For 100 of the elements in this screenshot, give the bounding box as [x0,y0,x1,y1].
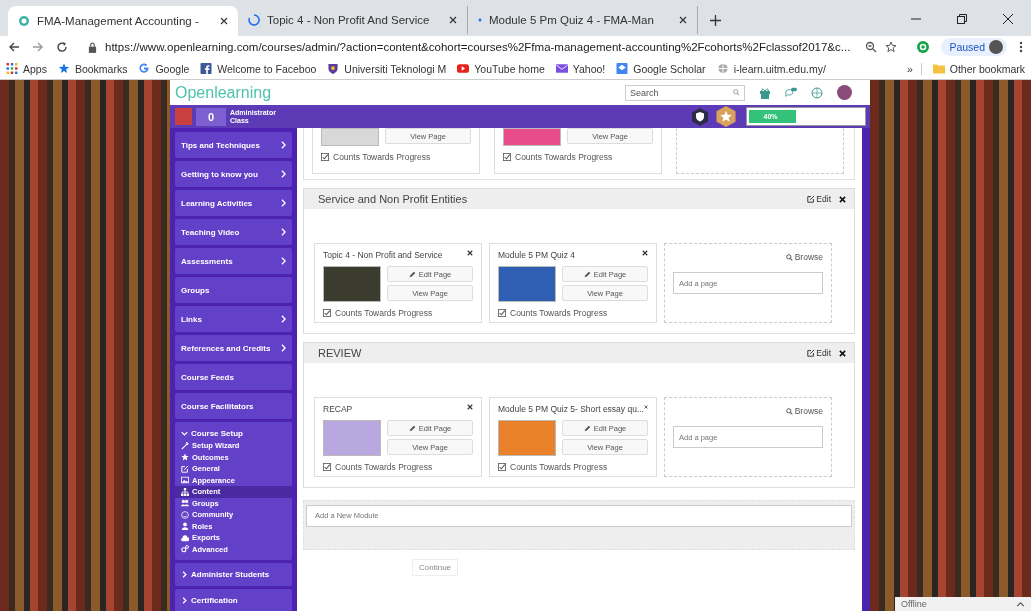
bookmark-label: Google [155,62,190,75]
page-title[interactable]: Module 5 PM Quiz 4 [498,250,575,260]
restore-icon[interactable] [957,14,967,24]
avatar-icon [989,40,1003,54]
edit-icon [807,349,816,357]
bookmark-link[interactable]: Apps [6,62,47,75]
star-icon [57,63,70,74]
sidebar-item[interactable]: Tips and Techniques [175,132,292,158]
close-icon[interactable] [220,17,228,25]
counts-checkbox[interactable]: Counts Towards Progress [498,462,648,472]
bookmark-link[interactable]: i-learn.uitm.edu.my/ [716,62,826,75]
back-icon[interactable] [8,41,20,53]
edit-link[interactable]: Edit [807,194,831,204]
close-icon[interactable] [839,349,846,357]
dot-icon [478,18,482,22]
pencil-icon [408,424,416,432]
forward-icon[interactable] [32,41,44,53]
close-icon[interactable] [679,16,687,24]
bookmark-link[interactable]: Bookmarks [57,62,128,75]
close-icon[interactable] [839,195,846,203]
chevron-icon [181,571,188,578]
browser-tab[interactable]: FMA-Management Accounting - [8,6,238,36]
extension-icon[interactable] [917,41,930,53]
site-favicon-icon [18,15,30,27]
browse-link[interactable]: Browse [785,406,823,416]
sidebar-item[interactable]: Getting to know you [175,161,292,187]
menu-icon[interactable] [1019,41,1023,53]
users-icon [181,499,189,508]
bookmark-link[interactable]: Google Scholar [616,62,706,75]
caret-up-icon [1016,601,1025,607]
search-field[interactable]: Search [625,84,745,101]
loading-spinner-icon [248,14,260,26]
chat-bar[interactable]: Offline [895,597,1031,611]
search-icon [733,89,740,96]
edit-link[interactable]: Edit [807,348,831,358]
smile-icon [181,510,189,519]
browser-tab[interactable]: Topic 4 - Non Profit And Service [238,6,468,34]
bookmark-label: Google Scholar [633,62,706,75]
page-title[interactable]: Topic 4 - Non Profit and Service [323,250,443,260]
page-title[interactable]: RECAP [323,404,353,414]
counts-checkbox[interactable]: Counts Towards Progress [323,462,473,472]
tab-title: Module 5 Pm Quiz 4 - FMA-Man [489,14,655,26]
profile-button[interactable]: Paused [941,38,1007,56]
gift-icon[interactable] [759,86,771,99]
url-text: https://www.openlearning.com/courses/admin/?action=content&cohort=courses%2Ffma-management-accounting%2Fcohorts%2Fclassof2017&c... [105,41,852,53]
bookmark-folder[interactable]: Other bookmark [932,62,1025,75]
star-icon[interactable] [885,41,898,53]
chevron-icon [281,344,286,352]
search-icon [785,407,793,415]
sidebar-section-header[interactable]: Course Setup [175,427,292,440]
chevron-icon [281,257,286,265]
bookmark-link[interactable]: Google [138,62,190,75]
sidebar-item[interactable]: Links [175,306,292,332]
continue-button[interactable]: Continue [412,559,459,576]
tab-title: Topic 4 - Non Profit And Service [267,14,431,26]
zoom-icon[interactable] [865,41,878,53]
sidebar-item[interactable]: References and Credits [175,335,292,361]
bookmark-link[interactable]: Yahoo! [555,62,606,75]
more-bookmarks-button[interactable]: » [906,62,922,75]
shield-badge-icon [692,107,708,126]
sidebar-item[interactable]: Course Feeds [175,364,292,390]
sidebar-item[interactable]: Learning Activities [175,190,292,216]
user-icon [181,522,189,531]
sidebar-item[interactable]: Groups [175,277,292,303]
close-icon[interactable] [642,250,648,256]
wand-icon [181,441,189,450]
bookmark-label: Bookmarks [74,62,128,75]
search-icon [785,253,793,261]
close-icon[interactable] [1003,14,1013,24]
page-title[interactable]: Module 5 PM Quiz 5- Short essay qu... [498,404,644,414]
sitemap-icon [181,487,189,496]
counts-checkbox[interactable]: Counts Towards Progress [503,152,653,162]
sidebar-item[interactable]: Course Facilitators [175,393,292,419]
reload-icon[interactable] [56,41,68,53]
sidebar-item[interactable]: Teaching Video [175,219,292,245]
apps-grid-icon [6,63,18,74]
module-title: REVIEW [318,347,362,359]
counts-checkbox[interactable]: Counts Towards Progress [498,308,648,318]
module-title: Service and Non Profit Entities [318,193,468,205]
bookmark-link[interactable]: YouTube home [457,62,545,75]
counts-checkbox[interactable]: Counts Towards Progress [321,152,471,162]
chat-bubble-icon[interactable] [785,86,797,99]
new-tab-icon[interactable] [710,15,721,26]
counts-checkbox[interactable]: Counts Towards Progress [323,308,473,318]
close-icon[interactable] [467,250,473,256]
browse-link[interactable]: Browse [785,252,823,262]
close-icon[interactable] [449,16,457,24]
browser-tab[interactable]: Module 5 Pm Quiz 4 - FMA-Man [468,6,698,34]
cloud-icon [181,533,189,542]
play-icon [457,63,470,74]
gears-icon [181,545,189,554]
envelope-icon [555,63,568,74]
edit-icon [181,464,189,473]
pencil-icon [583,270,591,278]
globe-icon [716,63,729,74]
bookmark-label: YouTube home [474,62,545,75]
avatar-icon[interactable] [837,85,852,100]
close-icon[interactable] [467,404,473,410]
sidebar-item[interactable]: Assessments [175,248,292,274]
pencil-icon [583,424,591,432]
